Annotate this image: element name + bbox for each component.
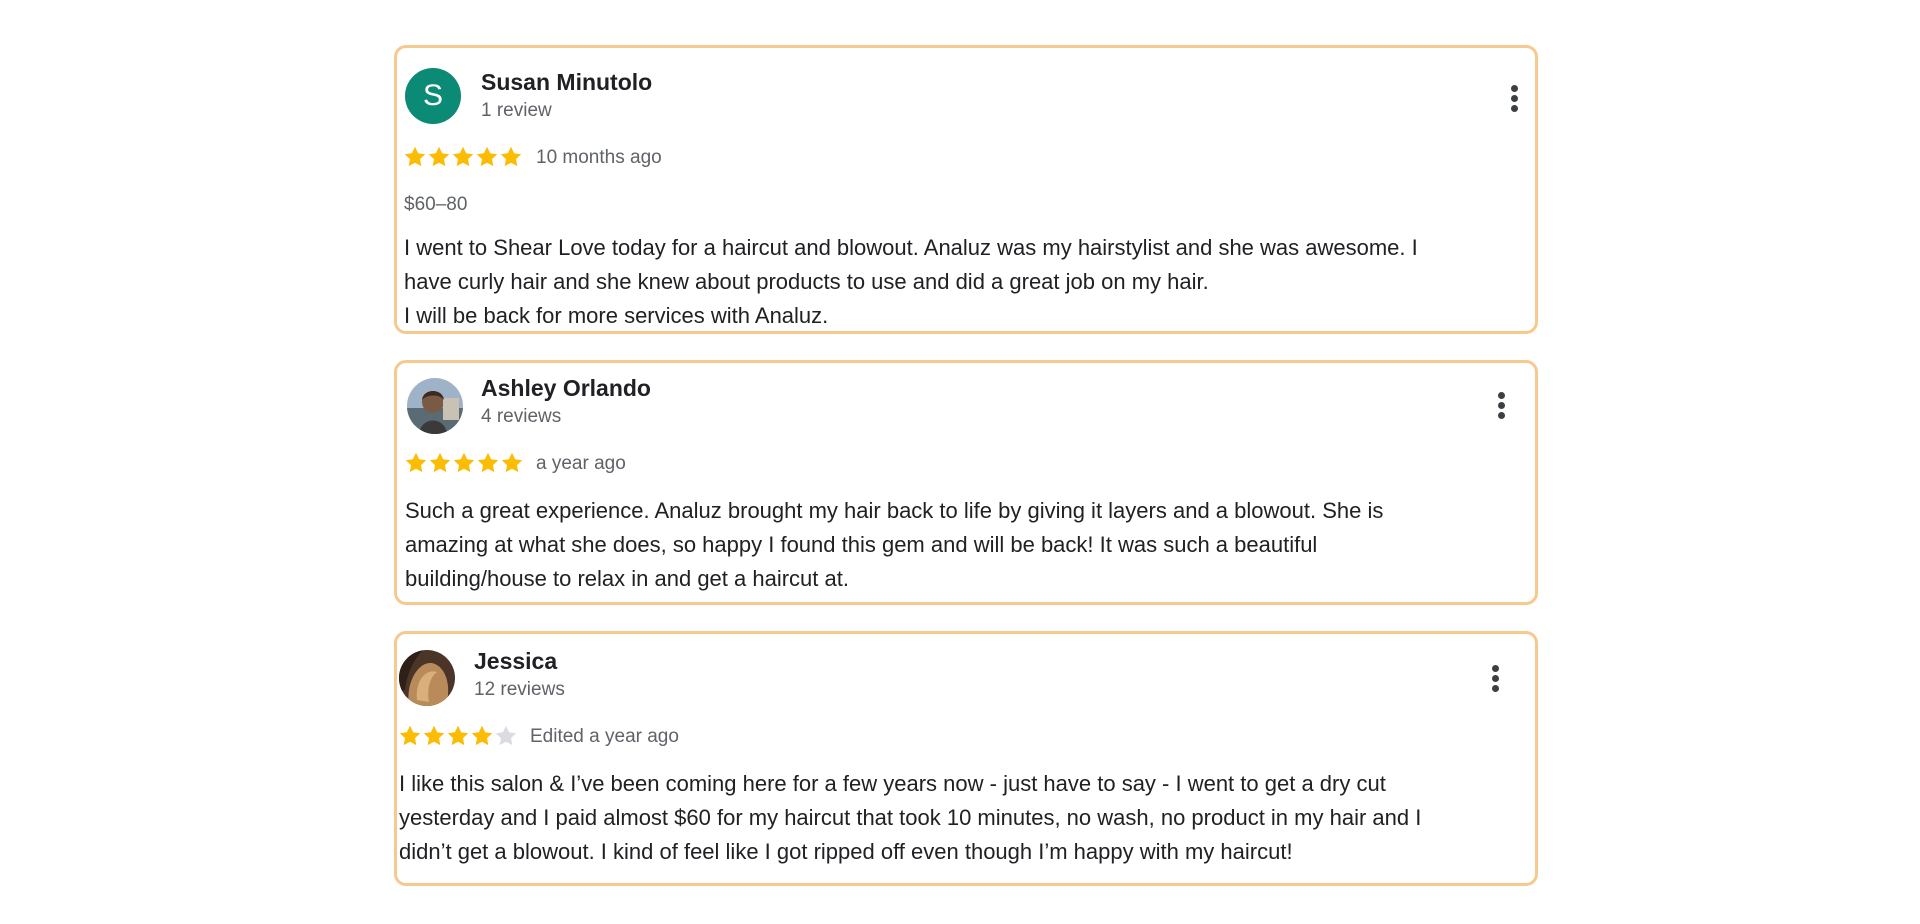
review-text-line: building/house to relax in and get a hai… (405, 566, 849, 591)
review-text-line: I will be back for more services with An… (404, 303, 829, 328)
star-filled-icon (447, 725, 469, 746)
reviewer-name[interactable]: Susan Minutolo (481, 69, 652, 96)
review-text-line: I like this salon & I’ve been coming her… (399, 771, 1386, 796)
review-text-line: Such a great experience. Analuz brought … (405, 498, 1384, 523)
review-text-line: yesterday and I paid almost $60 for my h… (399, 805, 1422, 830)
avatar[interactable] (407, 378, 463, 434)
review-date: 10 months ago (536, 147, 662, 168)
more-vert-icon[interactable] (1485, 663, 1505, 699)
reviewer-name[interactable]: Ashley Orlando (481, 375, 651, 402)
review-text: I went to Shear Love today for a haircut… (404, 231, 1418, 331)
review-card: Jessica 12 reviews Edited a year ago I l… (394, 631, 1538, 886)
review-text-line: have curly hair and she knew about produ… (404, 269, 1209, 294)
star-rating (398, 724, 518, 752)
more-vert-icon[interactable] (1504, 83, 1524, 119)
review-text: I like this salon & I’ve been coming her… (399, 767, 1421, 869)
review-count: 4 reviews (481, 406, 562, 427)
star-filled-icon (428, 146, 450, 167)
star-empty-icon (495, 725, 517, 746)
star-filled-icon (452, 146, 474, 167)
review-text-line: didn’t get a blowout. I kind of feel lik… (399, 839, 1293, 864)
star-filled-icon (404, 146, 426, 167)
review-date: a year ago (536, 453, 626, 474)
star-filled-icon (476, 146, 498, 167)
star-filled-icon (405, 452, 427, 473)
star-rating (403, 145, 523, 173)
profile-photo (407, 378, 463, 434)
avatar[interactable] (399, 650, 455, 706)
price-range: $60–80 (404, 194, 468, 215)
review-card: Ashley Orlando 4 reviews a year ago Such… (394, 360, 1538, 605)
avatar[interactable]: S (405, 68, 461, 124)
review-text: Such a great experience. Analuz brought … (405, 494, 1383, 596)
star-filled-icon (399, 725, 421, 746)
review-card: S Susan Minutolo 1 review 10 months ago … (394, 45, 1538, 334)
star-filled-icon (471, 725, 493, 746)
review-count: 12 reviews (474, 679, 565, 700)
star-filled-icon (453, 452, 475, 473)
profile-photo (399, 650, 455, 706)
review-date: Edited a year ago (530, 726, 679, 747)
star-filled-icon (429, 452, 451, 473)
more-vert-icon[interactable] (1491, 390, 1511, 426)
reviewer-name[interactable]: Jessica (474, 648, 557, 675)
star-filled-icon (423, 725, 445, 746)
star-filled-icon (500, 146, 522, 167)
star-filled-icon (477, 452, 499, 473)
review-text-line: amazing at what she does, so happy I fou… (405, 532, 1318, 557)
review-count: 1 review (481, 100, 552, 121)
star-rating (404, 451, 524, 479)
star-filled-icon (501, 452, 523, 473)
review-text-line: I went to Shear Love today for a haircut… (404, 235, 1418, 260)
